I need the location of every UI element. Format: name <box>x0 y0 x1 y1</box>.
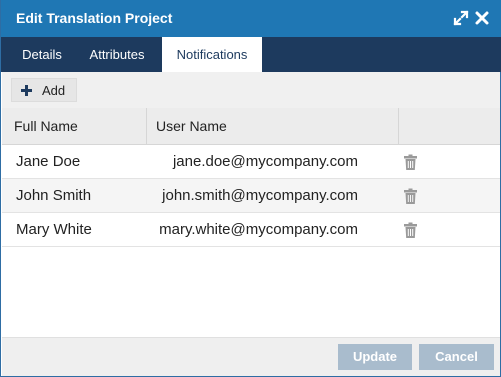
table-row[interactable]: Jane Doe jane.doe@mycompany.com <box>2 145 500 179</box>
dialog-titlebar: Edit Translation Project <box>1 0 501 37</box>
tab-attributes[interactable]: Attributes <box>77 37 157 72</box>
row-full-name: Mary White <box>16 221 92 238</box>
dialog-footer: Update Cancel <box>2 337 500 376</box>
tab-bar: Details Attributes Notifications <box>1 37 501 72</box>
add-button-label: Add <box>42 83 66 98</box>
dialog-title: Edit Translation Project <box>16 10 173 26</box>
add-button[interactable]: Add <box>11 78 77 102</box>
row-user-name: mary.white@mycompany.com <box>159 221 358 238</box>
row-user-name: john.smith@mycompany.com <box>162 187 358 204</box>
row-full-name: John Smith <box>16 187 92 204</box>
update-button[interactable]: Update <box>338 344 412 370</box>
plus-icon <box>20 84 33 97</box>
column-header-full-name[interactable]: Full Name <box>14 108 78 145</box>
trash-icon[interactable] <box>404 188 417 204</box>
table-row[interactable]: Mary White mary.white@mycompany.com <box>2 213 500 247</box>
row-user-name: jane.doe@mycompany.com <box>172 153 358 170</box>
edit-translation-project-dialog: Edit Translation Project Details Attribu… <box>0 0 501 377</box>
notifications-toolbar: Add <box>2 72 500 108</box>
grid-header: Full Name User Name <box>2 108 500 145</box>
trash-icon[interactable] <box>404 222 417 238</box>
column-header-user-name[interactable]: User Name <box>156 108 227 145</box>
cancel-button[interactable]: Cancel <box>419 344 494 370</box>
tab-notifications[interactable]: Notifications <box>162 37 262 72</box>
tab-details[interactable]: Details <box>9 37 75 72</box>
column-divider <box>146 108 147 145</box>
column-divider <box>398 108 399 145</box>
trash-icon[interactable] <box>404 154 417 170</box>
table-row[interactable]: John Smith john.smith@mycompany.com <box>2 179 500 213</box>
close-icon[interactable] <box>474 10 490 26</box>
expand-icon[interactable] <box>453 10 469 26</box>
row-full-name: Jane Doe <box>16 153 81 170</box>
